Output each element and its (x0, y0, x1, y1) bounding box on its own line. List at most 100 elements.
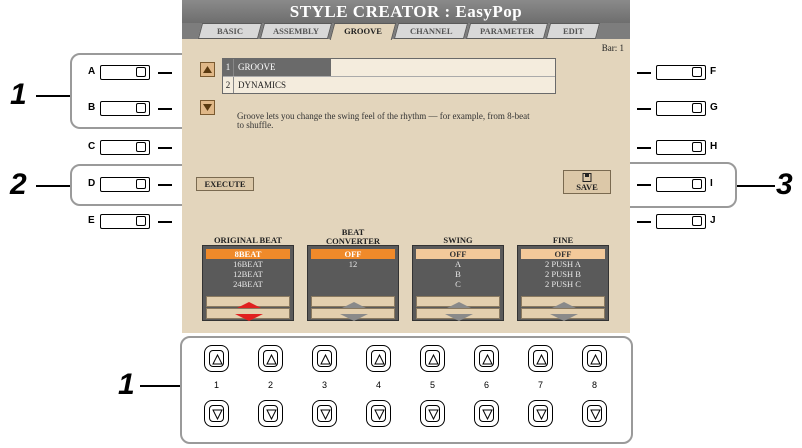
list-item[interactable]: 12 (311, 259, 395, 269)
button-knob (136, 103, 146, 113)
button-b-label: B (88, 102, 96, 113)
up-button-3[interactable] (312, 345, 337, 372)
list-item[interactable]: 2 PUSH C (521, 279, 605, 289)
down-arrow-button[interactable] (521, 308, 605, 321)
button-g[interactable] (656, 101, 706, 116)
button-i-label: I (710, 178, 713, 189)
button-j[interactable] (656, 214, 706, 229)
button-inner (371, 405, 386, 422)
button-inner (425, 405, 440, 422)
up-arrow-button[interactable] (416, 296, 500, 309)
swing-list[interactable]: OFF A B C (412, 245, 504, 321)
button-inner (263, 350, 278, 367)
menu-item-groove[interactable]: 1 GROOVE (223, 59, 331, 76)
button-tick (158, 221, 172, 223)
down-arrow-icon (235, 314, 263, 321)
up-triangle-icon (374, 353, 385, 365)
tab-bar: BASIC ASSEMBLY GROOVE CHANNEL PARAMETER … (182, 23, 630, 40)
menu-item-dynamics[interactable]: 2 DYNAMICS (223, 76, 555, 93)
up-button-7[interactable] (528, 345, 553, 372)
button-tick (158, 184, 172, 186)
down-button-7[interactable] (528, 400, 553, 427)
up-button-6[interactable] (474, 345, 499, 372)
down-arrow-button[interactable] (311, 308, 395, 321)
scroll-up-button[interactable] (200, 62, 215, 77)
list-item[interactable]: A (416, 259, 500, 269)
list-item[interactable]: OFF (311, 249, 395, 259)
up-triangle-icon (590, 353, 601, 365)
button-h[interactable] (656, 140, 706, 155)
up-button-2[interactable] (258, 345, 283, 372)
button-knob (692, 67, 702, 77)
list-item[interactable]: 8BEAT (206, 249, 290, 259)
list-item[interactable]: OFF (416, 249, 500, 259)
tab-parameter[interactable]: PARAMETER (465, 23, 549, 39)
button-c[interactable] (100, 140, 150, 155)
button-inner (263, 405, 278, 422)
up-button-1[interactable] (204, 345, 229, 372)
list-item[interactable]: C (416, 279, 500, 289)
button-tick (637, 147, 651, 149)
list-item[interactable]: B (416, 269, 500, 279)
down-triangle-icon (590, 409, 601, 421)
up-button-5[interactable] (420, 345, 445, 372)
column-header: ORIGINAL BEAT (213, 235, 283, 245)
beat-converter-list[interactable]: OFF 12 (307, 245, 399, 321)
button-inner (587, 405, 602, 422)
down-button-8[interactable] (582, 400, 607, 427)
list-item[interactable]: 16BEAT (206, 259, 290, 269)
button-d-label: D (88, 178, 96, 189)
button-e[interactable] (100, 214, 150, 229)
button-inner (587, 350, 602, 367)
down-triangle-icon (428, 409, 439, 421)
button-inner (209, 405, 224, 422)
tab-edit[interactable]: EDIT (545, 23, 601, 39)
up-arrow-button[interactable] (311, 296, 395, 309)
down-button-4[interactable] (366, 400, 391, 427)
down-arrow-button[interactable] (206, 308, 290, 321)
button-number-7: 7 (537, 380, 543, 390)
list-item[interactable]: 2 PUSH A (521, 259, 605, 269)
down-triangle-icon (374, 409, 385, 421)
button-knob (692, 142, 702, 152)
callout-line (36, 95, 70, 97)
tab-groove[interactable]: GROOVE (329, 23, 397, 40)
down-button-3[interactable] (312, 400, 337, 427)
button-tick (158, 147, 172, 149)
up-arrow-button[interactable] (206, 296, 290, 309)
list-item[interactable]: 12BEAT (206, 269, 290, 279)
down-arrow-button[interactable] (416, 308, 500, 321)
down-button-5[interactable] (420, 400, 445, 427)
button-knob (692, 103, 702, 113)
button-tick (637, 108, 651, 110)
down-triangle-icon (212, 409, 223, 421)
button-d[interactable] (100, 177, 150, 192)
button-a[interactable] (100, 65, 150, 80)
button-f[interactable] (656, 65, 706, 80)
fine-list[interactable]: OFF 2 PUSH A 2 PUSH B 2 PUSH C (517, 245, 609, 321)
down-button-1[interactable] (204, 400, 229, 427)
tab-basic[interactable]: BASIC (197, 23, 263, 39)
up-button-8[interactable] (582, 345, 607, 372)
execute-button[interactable]: EXECUTE (196, 177, 254, 191)
button-inner (533, 405, 548, 422)
save-button[interactable]: SAVE (563, 170, 611, 194)
list-item[interactable]: 2 PUSH B (521, 269, 605, 279)
down-button-2[interactable] (258, 400, 283, 427)
down-arrow-icon (340, 314, 368, 321)
button-knob (136, 179, 146, 189)
button-i[interactable] (656, 177, 706, 192)
button-inner (317, 405, 332, 422)
original-beat-list[interactable]: 8BEAT 16BEAT 12BEAT 24BEAT (202, 245, 294, 321)
list-item[interactable]: 24BEAT (206, 279, 290, 289)
up-arrow-button[interactable] (521, 296, 605, 309)
down-button-6[interactable] (474, 400, 499, 427)
scroll-down-button[interactable] (200, 100, 215, 115)
tab-channel[interactable]: CHANNEL (393, 23, 469, 39)
up-button-4[interactable] (366, 345, 391, 372)
list-item[interactable]: OFF (521, 249, 605, 259)
tab-assembly[interactable]: ASSEMBLY (259, 23, 333, 39)
button-knob (136, 67, 146, 77)
button-b[interactable] (100, 101, 150, 116)
down-triangle-icon (266, 409, 277, 421)
